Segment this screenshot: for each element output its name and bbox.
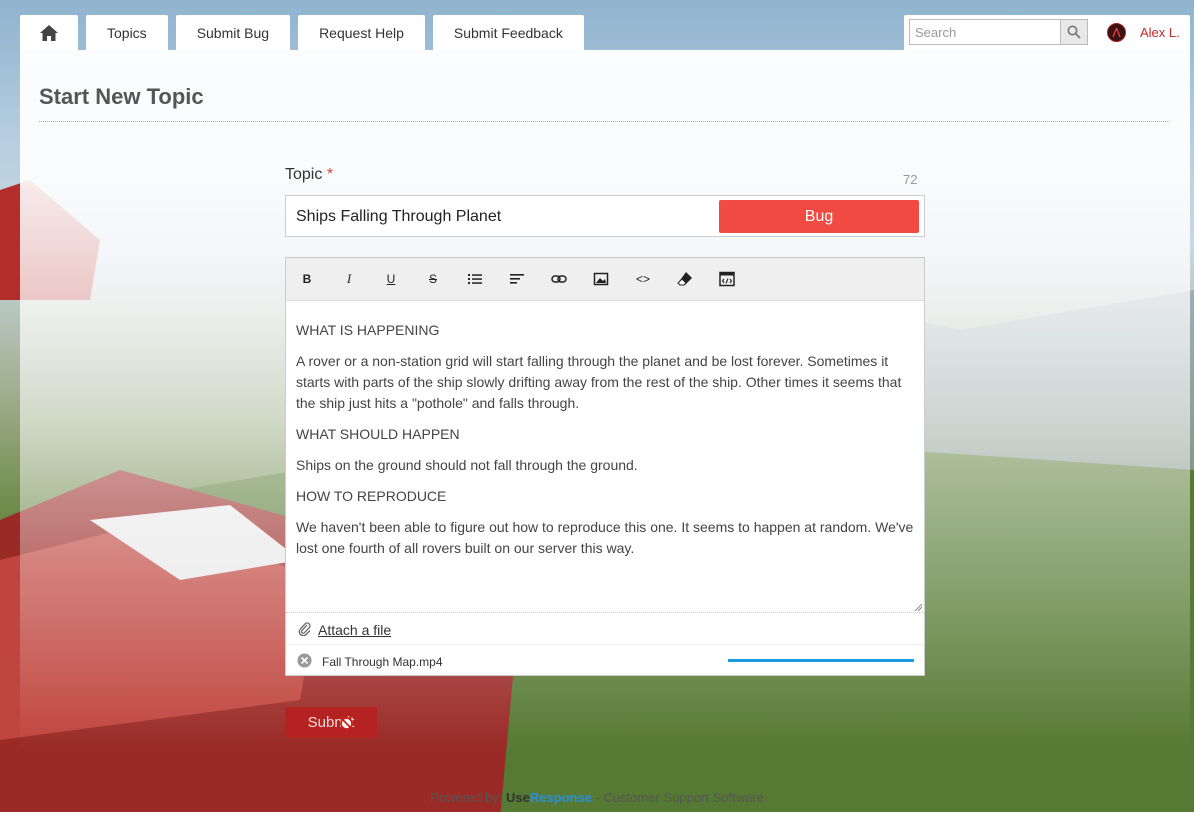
home-icon (40, 24, 58, 41)
clear-formatting-button[interactable] (675, 270, 695, 288)
bulleted-list-button[interactable] (465, 270, 485, 288)
editor-paragraph: Ships on the ground should not fall thro… (296, 457, 638, 473)
search-bar: Alex L. (904, 15, 1190, 50)
footer-prefix: Powered by: (430, 790, 506, 805)
bulleted-list-icon (468, 274, 482, 284)
remove-attachment-icon[interactable] (297, 653, 312, 668)
topic-field: Ships Falling Through Planet Bug (285, 195, 925, 237)
topic-input[interactable]: Ships Falling Through Planet (296, 196, 501, 236)
code-button[interactable]: <> (633, 270, 653, 288)
bold-icon: B (302, 272, 312, 286)
image-icon (593, 272, 609, 286)
attach-file-link[interactable]: Attach a file (318, 622, 391, 638)
top-nav: Topics Submit Bug Request Help Submit Fe… (20, 15, 584, 50)
paperclip-icon (298, 622, 311, 636)
attachment-item: Fall Through Map.mp4 (286, 644, 924, 676)
search-icon (1067, 25, 1081, 39)
footer-brand-use[interactable]: Use (506, 790, 530, 805)
html-source-icon (719, 271, 735, 287)
upload-progress-bar (728, 659, 914, 662)
topic-label: Topic * (285, 166, 333, 184)
underline-button[interactable]: U (381, 270, 401, 288)
attachment-file-name: Fall Through Map.mp4 (322, 655, 443, 669)
editor-heading: HOW TO REPRODUCE (296, 488, 447, 504)
editor-heading: WHAT IS HAPPENING (296, 322, 440, 338)
link-icon (551, 275, 567, 283)
rich-text-editor: B I U S <> WHAT IS HAPPENING A rover or … (285, 257, 925, 676)
eraser-icon (677, 272, 692, 286)
nav-tab-topics[interactable]: Topics (86, 15, 168, 50)
topic-label-text: Topic (285, 166, 323, 183)
footer-suffix: - Customer Support Software (591, 790, 764, 805)
editor-heading: WHAT SHOULD HAPPEN (296, 426, 460, 442)
topic-type-button[interactable]: Bug (719, 200, 919, 233)
footer-brand-response[interactable]: Response (530, 790, 592, 805)
resize-grip-icon[interactable] (914, 603, 922, 611)
strikethrough-button[interactable]: S (423, 270, 443, 288)
editor-paragraph: A rover or a non-station grid will start… (296, 353, 902, 411)
strikethrough-icon: S (428, 272, 437, 286)
italic-button[interactable]: I (339, 270, 359, 288)
editor-paragraph: We haven't been able to figure out how t… (296, 519, 914, 556)
required-mark: * (326, 166, 334, 183)
char-counter: 72 (903, 172, 918, 187)
avatar-logo-icon (1112, 27, 1121, 38)
upload-progress-fill (728, 659, 914, 662)
search-button[interactable] (1061, 19, 1088, 45)
title-divider (39, 121, 1170, 122)
underline-icon: U (386, 272, 396, 286)
bottom-strip (0, 812, 1194, 819)
footer: Powered by: UseResponse - Customer Suppo… (0, 790, 1194, 812)
align-left-icon (510, 274, 524, 284)
search-input[interactable] (909, 19, 1061, 45)
nav-home[interactable] (20, 15, 78, 50)
user-name-link[interactable]: Alex L. (1140, 25, 1180, 40)
editor-content[interactable]: WHAT IS HAPPENING A rover or a non-stati… (296, 320, 916, 569)
align-left-button[interactable] (507, 270, 527, 288)
editor-toolbar: B I U S <> (286, 258, 924, 301)
avatar[interactable] (1107, 23, 1126, 42)
submit-button[interactable]: Submit (285, 707, 377, 738)
page-title: Start New Topic (39, 84, 204, 109)
nav-tab-request-help[interactable]: Request Help (298, 15, 425, 50)
nav-tab-submit-feedback[interactable]: Submit Feedback (432, 15, 584, 50)
attach-row: Attach a file (286, 612, 924, 645)
html-source-button[interactable] (717, 270, 737, 288)
link-button[interactable] (549, 270, 569, 288)
not-allowed-cursor-icon (340, 717, 353, 730)
italic-icon: I (346, 271, 352, 286)
code-icon: <> (635, 272, 650, 286)
nav-tab-submit-bug[interactable]: Submit Bug (175, 15, 291, 50)
image-button[interactable] (591, 270, 611, 288)
bold-button[interactable]: B (297, 270, 317, 288)
